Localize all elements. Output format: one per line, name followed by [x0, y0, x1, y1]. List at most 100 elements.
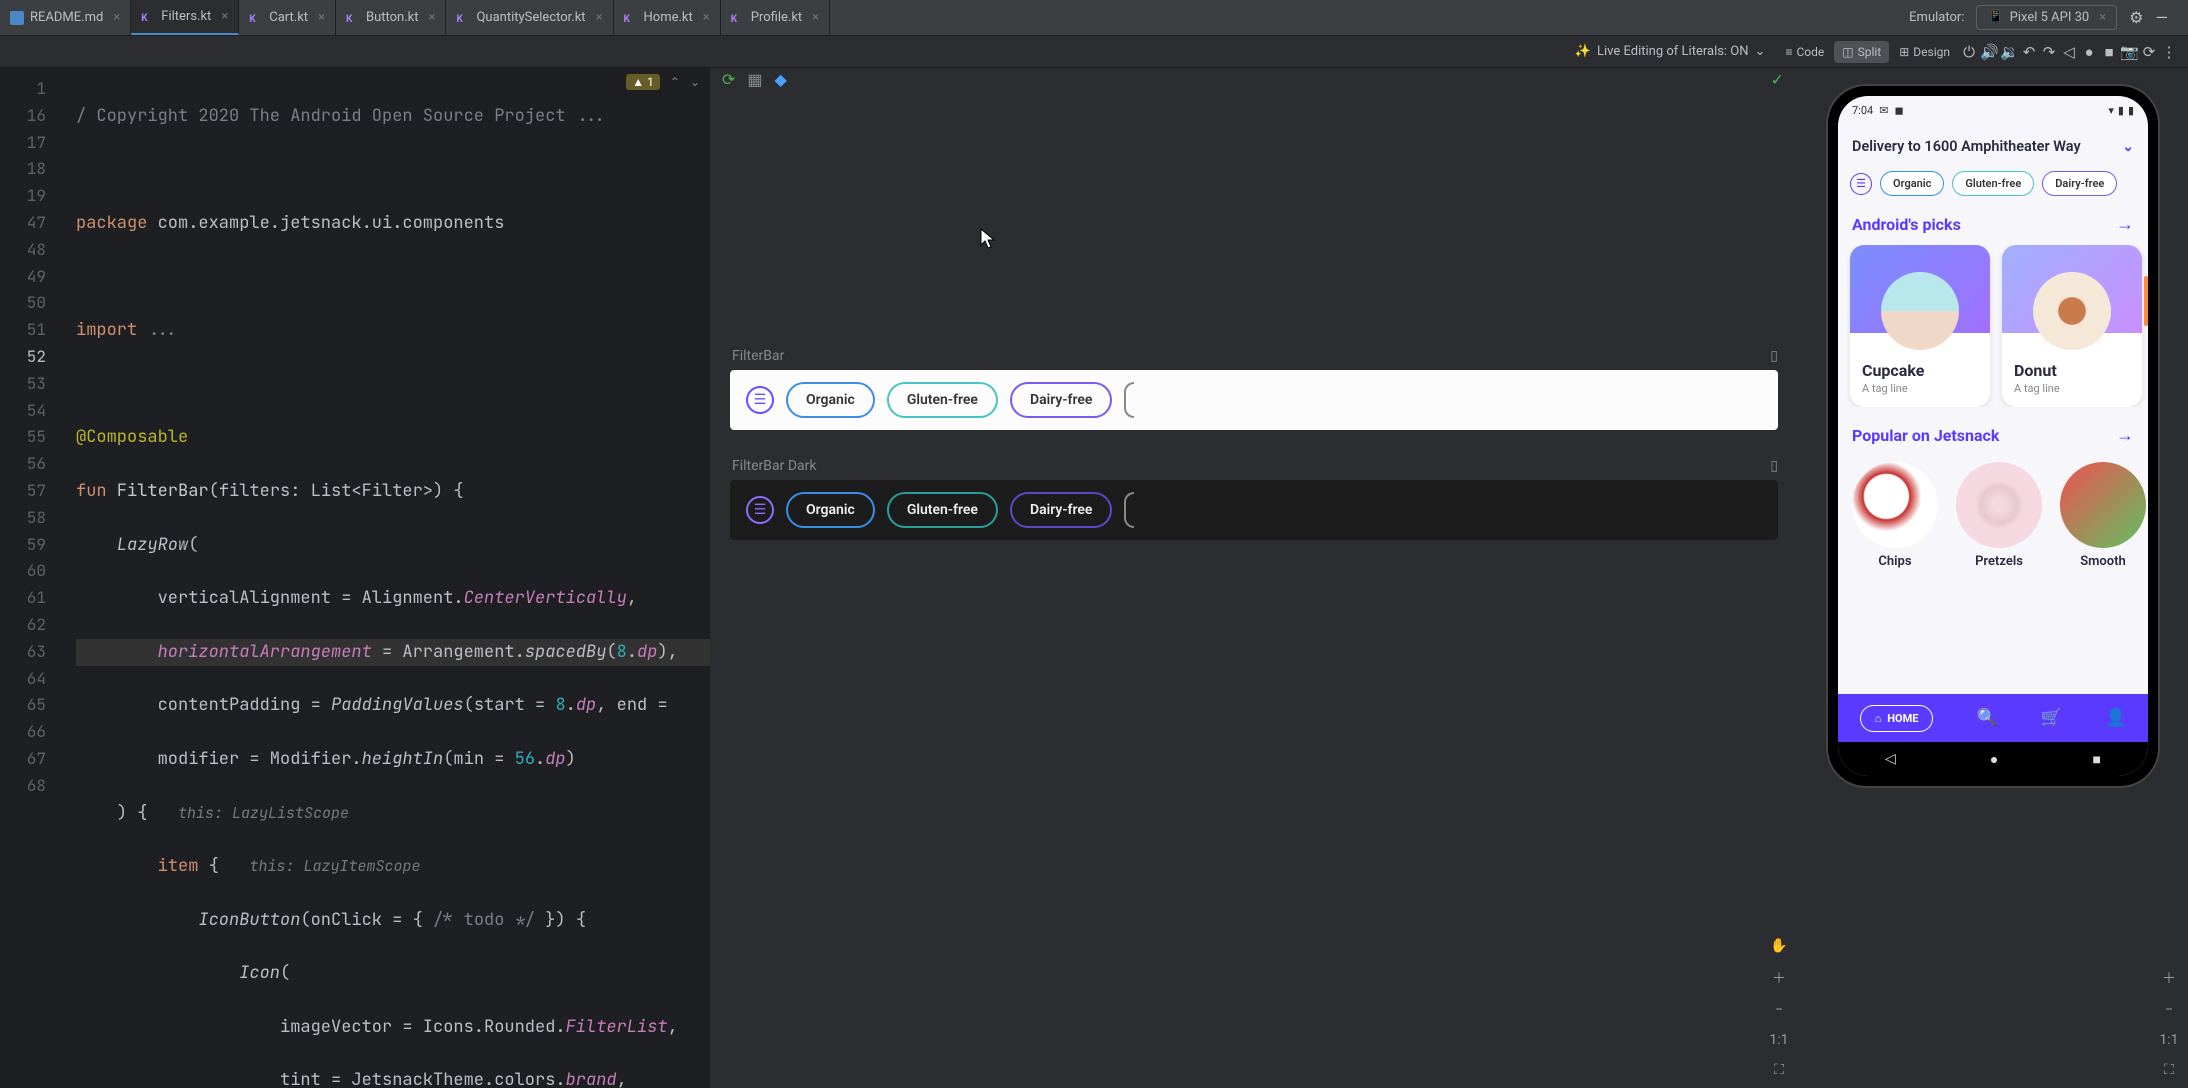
picks-cards-row[interactable]: Cupcake A tag line Donut A tag line: [1838, 245, 2148, 407]
tab-label: QuantitySelector.kt: [476, 10, 585, 25]
tab-filters[interactable]: Filters.kt ×: [131, 0, 239, 35]
popular-item-smoothie[interactable]: Smooth: [2060, 462, 2146, 569]
emulator-panel: 7:04 ✉ ◼ ▾ ▮ ▮ Delivery to 1600 Amphithe…: [1798, 68, 2188, 1088]
power-icon[interactable]: ⏻: [1960, 43, 1978, 61]
close-icon[interactable]: ×: [429, 10, 436, 25]
close-icon[interactable]: ×: [113, 10, 120, 25]
popular-item-pretzels[interactable]: Pretzels: [1956, 462, 2042, 569]
zoom-fit-icon[interactable]: ⛶: [2158, 1062, 2180, 1078]
kotlin-file-icon: [346, 11, 360, 25]
filter-list-icon[interactable]: ☰: [746, 496, 774, 524]
delivery-address[interactable]: Delivery to 1600 Amphitheater Way ⌄: [1838, 124, 2148, 169]
volume-up-icon[interactable]: 🔊: [1980, 43, 1998, 61]
close-icon[interactable]: ×: [703, 10, 710, 25]
more-icon[interactable]: ⋮: [2160, 43, 2178, 61]
home-icon: ⌂: [1875, 712, 1882, 725]
chip-gluten-free[interactable]: Gluten-free: [887, 382, 998, 418]
sys-home-icon[interactable]: ●: [1990, 751, 1998, 768]
filter-list-icon[interactable]: ☰: [746, 386, 774, 414]
nav-profile-icon[interactable]: 👤: [2105, 708, 2126, 728]
zoom-ratio[interactable]: 1:1: [1768, 1032, 1790, 1048]
snack-card-cupcake[interactable]: Cupcake A tag line: [1850, 245, 1990, 407]
sys-back-icon[interactable]: ◁: [1885, 751, 1896, 767]
tab-readme[interactable]: README.md ×: [0, 0, 131, 35]
chip-gluten-free[interactable]: Gluten-free: [887, 492, 998, 528]
close-icon[interactable]: ×: [596, 10, 603, 25]
editor-mode-bar: ✨ Live Editing of Literals: ON ⌄ ≡Code ◫…: [0, 36, 2188, 68]
tab-quantity-selector[interactable]: QuantitySelector.kt ×: [446, 0, 613, 35]
mode-code[interactable]: ≡Code: [1777, 41, 1832, 63]
screenshot-icon[interactable]: 📷: [2120, 43, 2138, 61]
mode-design[interactable]: ⊞Design: [1891, 41, 1958, 63]
pan-icon[interactable]: ✋: [1768, 938, 1790, 954]
kotlin-file-icon: [249, 11, 263, 25]
zoom-ratio[interactable]: 1:1: [2158, 1032, 2180, 1048]
tab-home[interactable]: Home.kt ×: [614, 0, 721, 35]
zoom-in-icon[interactable]: ＋: [2158, 968, 2180, 988]
tab-cart[interactable]: Cart.kt ×: [239, 0, 336, 35]
volume-down-icon[interactable]: 🔉: [2000, 43, 2018, 61]
rotate-right-icon[interactable]: ↷: [2040, 43, 2058, 61]
chevron-down-icon: ⌄: [1755, 44, 1766, 59]
close-icon[interactable]: ×: [318, 10, 325, 25]
chip-overflow: [1124, 382, 1134, 418]
overview-icon[interactable]: ■: [2100, 43, 2118, 61]
nav-home[interactable]: ⌂ HOME: [1860, 705, 1934, 732]
snack-card-donut[interactable]: Donut A tag line: [2002, 245, 2142, 407]
chevron-up-icon[interactable]: ⌃: [670, 75, 680, 89]
nav-search-icon[interactable]: 🔍: [1977, 708, 1998, 728]
status-ok-icon: ✓: [1771, 70, 1784, 89]
arrow-right-icon[interactable]: →: [2116, 425, 2134, 446]
device-selector[interactable]: 📱 Pixel 5 API 30 ×: [1976, 5, 2117, 30]
live-editing-label: Live Editing of Literals: ON: [1597, 44, 1749, 59]
nav-cart-icon[interactable]: 🛒: [2041, 708, 2062, 728]
rotate-left-icon[interactable]: ↶: [2020, 43, 2038, 61]
kotlin-file-icon: [624, 11, 638, 25]
zoom-fit-icon[interactable]: ⛶: [1768, 1062, 1790, 1078]
close-icon[interactable]: ×: [221, 9, 228, 24]
phone-screen[interactable]: 7:04 ✉ ◼ ▾ ▮ ▮ Delivery to 1600 Amphithe…: [1838, 96, 2148, 776]
tab-profile[interactable]: Profile.kt ×: [721, 0, 830, 35]
wifi-icon: ▾: [2108, 104, 2114, 117]
device-frame-icon[interactable]: ▯: [1770, 348, 1778, 364]
phone-filter-bar[interactable]: ☰ Organic Gluten-free Dairy-free: [1838, 169, 2148, 206]
tab-button[interactable]: Button.kt ×: [336, 0, 446, 35]
chevron-down-icon[interactable]: ⌄: [2122, 139, 2134, 155]
chip-dairy-free[interactable]: Dairy-free: [1010, 382, 1112, 418]
chip-dairy-free[interactable]: Dairy-free: [2042, 171, 2117, 196]
record-icon[interactable]: ⟳: [2140, 43, 2158, 61]
device-frame-icon[interactable]: ▯: [1770, 458, 1778, 474]
popular-row[interactable]: Chips Pretzels Smooth: [1838, 456, 2148, 569]
close-icon[interactable]: ×: [2099, 10, 2106, 25]
refresh-icon[interactable]: ⟳: [722, 70, 735, 89]
zoom-out-icon[interactable]: −: [1768, 1002, 1790, 1018]
gear-icon[interactable]: ⚙: [2129, 8, 2143, 27]
close-icon[interactable]: ×: [812, 10, 819, 25]
filter-list-icon[interactable]: ☰: [1850, 173, 1872, 195]
mode-split[interactable]: ◫Split: [1834, 41, 1889, 63]
sys-overview-icon[interactable]: ■: [2092, 751, 2100, 768]
chevron-down-icon[interactable]: ⌄: [690, 75, 700, 89]
code-editor[interactable]: / Copyright 2020 The Android Open Source…: [56, 68, 710, 1088]
filter-bar-preview-light[interactable]: ☰ Organic Gluten-free Dairy-free: [730, 370, 1778, 430]
chip-dairy-free[interactable]: Dairy-free: [1010, 492, 1112, 528]
chip-organic[interactable]: Organic: [786, 382, 875, 418]
back-icon[interactable]: ◁: [2060, 43, 2078, 61]
preview-label-dark: FilterBar Dark ▯: [732, 458, 1778, 474]
filter-bar-preview-dark[interactable]: ☰ Organic Gluten-free Dairy-free: [730, 480, 1778, 540]
arrow-right-icon[interactable]: →: [2116, 214, 2134, 235]
zoom-in-icon[interactable]: ＋: [1768, 968, 1790, 988]
zoom-out-icon[interactable]: −: [2158, 1002, 2180, 1018]
interactive-icon[interactable]: ▦: [747, 70, 762, 89]
home-icon[interactable]: ●: [2080, 43, 2098, 61]
warning-badge[interactable]: ▲ 1: [626, 74, 660, 90]
minimize-icon[interactable]: —: [2156, 8, 2169, 27]
chip-organic[interactable]: Organic: [786, 492, 875, 528]
compose-layers-icon[interactable]: ◆: [775, 70, 787, 89]
popular-item-chips[interactable]: Chips: [1852, 462, 1938, 569]
live-editing-indicator[interactable]: ✨ Live Editing of Literals: ON ⌄: [1575, 44, 1766, 59]
chip-organic[interactable]: Organic: [1880, 171, 1944, 196]
tab-label: README.md: [30, 10, 103, 25]
chip-gluten-free[interactable]: Gluten-free: [1952, 171, 2034, 196]
snack-image: [1881, 272, 1959, 350]
